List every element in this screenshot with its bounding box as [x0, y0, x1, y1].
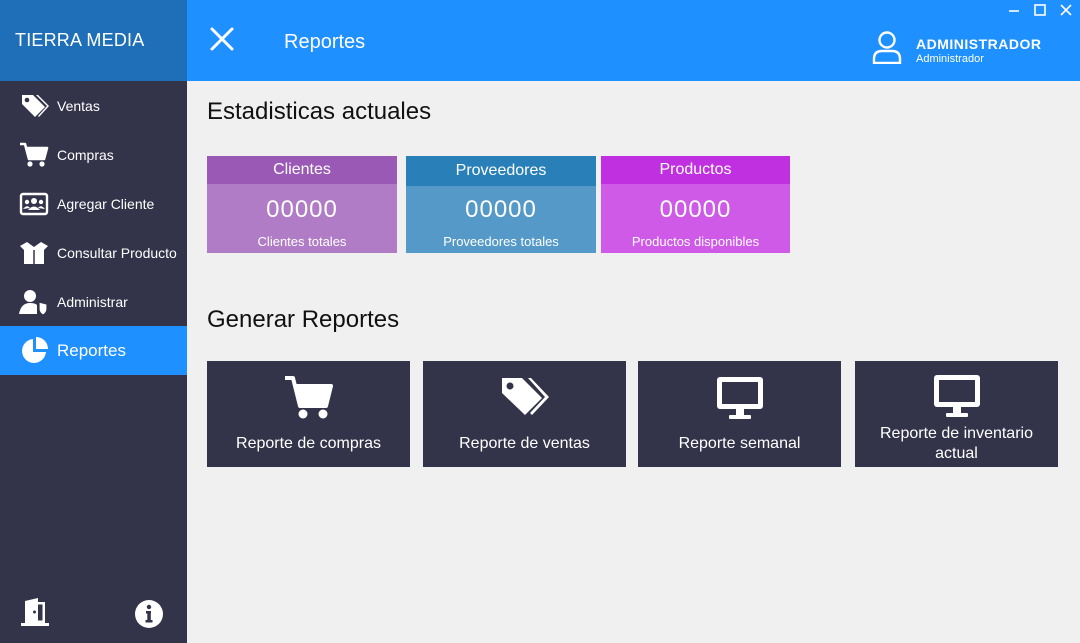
pie-chart-icon: [18, 335, 50, 367]
info-icon[interactable]: [134, 599, 164, 634]
report-compras-button[interactable]: Reporte de compras: [207, 361, 410, 467]
close-icon: [1060, 4, 1072, 16]
sidebar-item-reportes[interactable]: Reportes: [0, 326, 187, 375]
stat-card-clientes: Clientes 00000 Clientes totales: [207, 156, 397, 253]
user-role: Administrador: [916, 53, 984, 65]
report-ventas-button[interactable]: Reporte de ventas: [423, 361, 626, 467]
contact-card-icon: [18, 188, 50, 220]
tags-icon: [18, 90, 50, 122]
stat-card-body: 00000 Proveedores totales: [406, 186, 596, 253]
minimize-icon: [1009, 10, 1019, 12]
sidebar-item-ventas[interactable]: Ventas: [0, 81, 187, 130]
sidebar-item-consultar-producto[interactable]: Consultar Producto: [0, 228, 187, 277]
sidebar-item-administrar[interactable]: Administrar: [0, 277, 187, 326]
monitor-icon: [855, 373, 1058, 419]
report-button-label: Reporte de inventario actual: [880, 425, 1033, 462]
stat-card-value: 00000: [266, 196, 338, 223]
brand-title: TIERRA MEDIA: [0, 0, 187, 81]
stat-card-productos: Productos 00000 Productos disponibles: [601, 156, 790, 253]
sidebar-item-agregar-cliente[interactable]: Agregar Cliente: [0, 179, 187, 228]
user-shield-icon: [18, 286, 50, 318]
page-title: Reportes: [284, 31, 366, 53]
stat-card-body: 00000 Productos disponibles: [601, 184, 790, 253]
sidebar-item-label: Administrar: [57, 293, 128, 310]
sidebar-item-label: Reportes: [57, 340, 126, 360]
monitor-icon: [638, 375, 841, 421]
minimize-button[interactable]: [1006, 2, 1022, 18]
sidebar: TIERRA MEDIA Ventas Compras Agregar Clie…: [0, 0, 187, 643]
stat-card-footer: Proveedores totales: [443, 234, 559, 249]
stat-card-header: Proveedores: [406, 156, 596, 186]
open-box-icon: [18, 237, 50, 269]
sidebar-footer: [0, 597, 187, 631]
stat-card-body: 00000 Clientes totales: [207, 184, 397, 253]
maximize-icon: [1034, 4, 1046, 16]
report-button-label: Reporte semanal: [678, 435, 801, 452]
window-controls: [1006, 2, 1074, 18]
sidebar-menu: Ventas Compras Agregar Cliente Consultar…: [0, 81, 187, 375]
cart-icon: [18, 139, 50, 171]
sidebar-item-compras[interactable]: Compras: [0, 130, 187, 179]
stat-card-footer: Clientes totales: [257, 234, 347, 249]
tags-icon: [423, 375, 626, 421]
stat-card-value: 00000: [465, 196, 537, 223]
sidebar-item-label: Consultar Producto: [57, 244, 177, 261]
stat-card-proveedores: Proveedores 00000 Proveedores totales: [406, 156, 596, 253]
report-inventario-button[interactable]: Reporte de inventario actual: [855, 361, 1058, 467]
stat-card-header: Productos: [601, 156, 790, 184]
sidebar-item-label: Ventas: [57, 97, 100, 114]
reports-section-title: Generar Reportes: [207, 306, 400, 333]
user-name: ADMINISTRADOR: [916, 36, 1042, 52]
sidebar-item-label: Compras: [57, 146, 114, 163]
stats-section-title: Estadisticas actuales: [207, 98, 432, 125]
report-button-label: Reporte de compras: [236, 435, 381, 452]
maximize-button[interactable]: [1032, 2, 1048, 18]
report-button-label: Reporte de ventas: [459, 435, 590, 452]
window-close-button[interactable]: [1058, 2, 1074, 18]
close-icon: [210, 27, 234, 51]
cart-icon: [207, 375, 410, 421]
report-semanal-button[interactable]: Reporte semanal: [638, 361, 841, 467]
sidebar-item-label: Agregar Cliente: [57, 195, 155, 212]
user-icon: [872, 30, 902, 69]
stat-card-header: Clientes: [207, 156, 397, 184]
stat-card-footer: Productos disponibles: [631, 234, 760, 249]
exit-door-icon[interactable]: [20, 597, 50, 632]
top-header: Reportes ADMINISTRADOR Administrador: [187, 0, 1080, 81]
stat-card-value: 00000: [659, 196, 732, 223]
close-menu-button[interactable]: [209, 26, 235, 52]
